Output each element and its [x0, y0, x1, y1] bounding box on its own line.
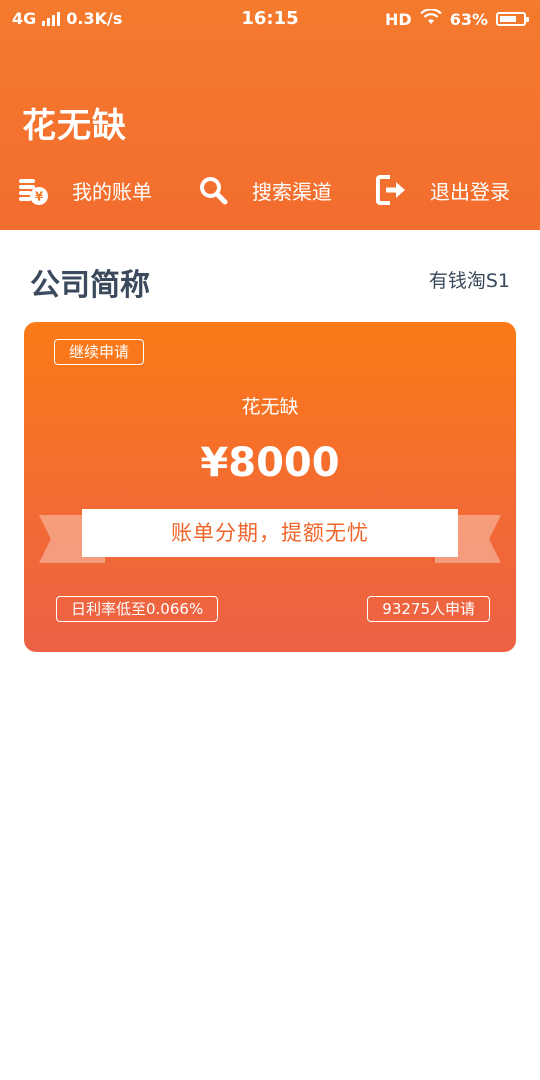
applicant-count-tag: 93275人申请: [367, 596, 490, 622]
nav-logout-label: 退出登录: [430, 179, 510, 204]
app-title: 花无缺: [22, 106, 127, 146]
wifi-icon: [419, 8, 442, 29]
nav-search-channel-label: 搜索渠道: [252, 179, 332, 204]
nav-logout[interactable]: 退出登录: [374, 168, 510, 212]
status-right: HD 63%: [385, 8, 529, 29]
search-icon: [196, 173, 230, 207]
loan-amount: ¥8000: [200, 440, 340, 486]
nav-my-bill-label: 我的账单: [72, 179, 152, 204]
app-header: 4G 0.3K/s 16:15 HD 63% 花无缺 ¥ 我的账单 搜索渠道 退…: [0, 0, 540, 230]
company-name: 公司简称: [30, 268, 150, 303]
section-header: 公司简称 有钱淘S1: [0, 250, 540, 310]
company-subtitle: 有钱淘S1: [428, 270, 510, 292]
nav-my-bill[interactable]: ¥ 我的账单: [16, 168, 152, 212]
svg-text:¥: ¥: [35, 190, 44, 204]
header-nav: ¥ 我的账单 搜索渠道 退出登录: [0, 168, 540, 212]
hd-indicator: HD: [385, 9, 412, 29]
loan-product-card[interactable]: 继续申请 花无缺 ¥8000 账单分期，提额无忧 日利率低至0.066% 932…: [24, 322, 516, 652]
interest-rate-tag: 日利率低至0.066%: [56, 596, 219, 622]
coin-bill-icon: ¥: [16, 173, 50, 207]
status-bar: 4G 0.3K/s 16:15 HD 63%: [0, 0, 540, 38]
continue-apply-tag[interactable]: 继续申请: [54, 339, 145, 365]
slogan-ribbon: 账单分期，提额无忧: [82, 509, 458, 557]
product-name: 花无缺: [241, 396, 299, 418]
battery-icon: [496, 12, 529, 26]
battery-percent: 63%: [449, 9, 488, 29]
logout-icon: [374, 173, 408, 207]
nav-search-channel[interactable]: 搜索渠道: [196, 168, 332, 212]
